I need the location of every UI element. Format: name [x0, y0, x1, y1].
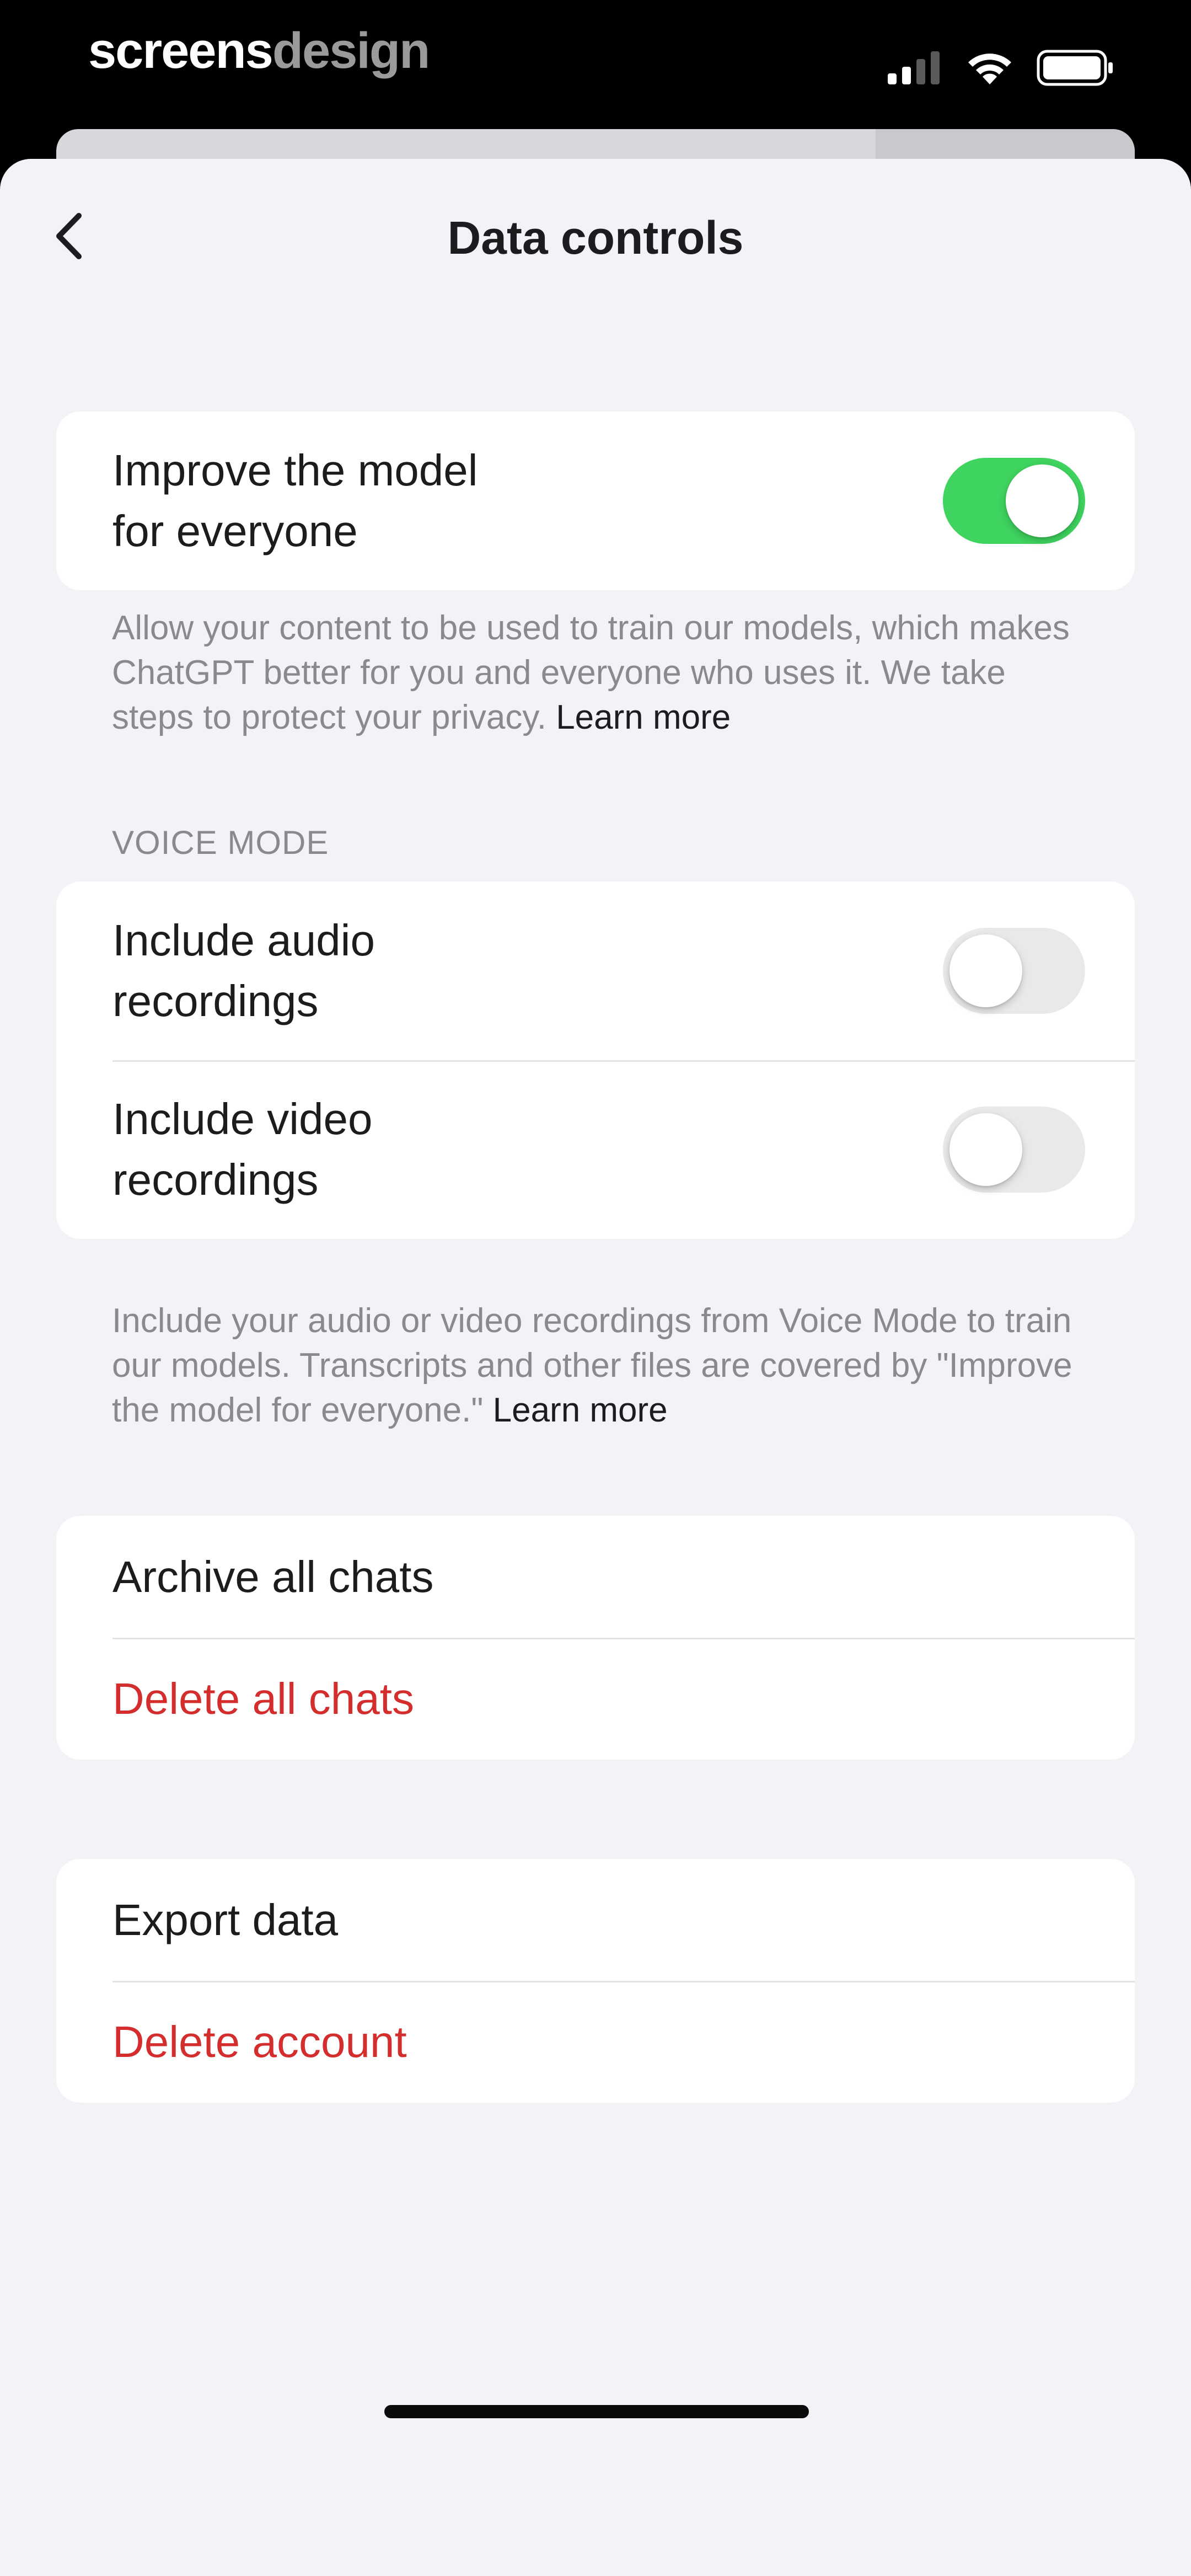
home-indicator[interactable]: [384, 2405, 809, 2418]
improve-model-toggle[interactable]: [943, 458, 1085, 544]
delete-all-chats-button[interactable]: Delete all chats: [112, 1674, 414, 1724]
navigation-bar: Data controls: [0, 159, 1191, 313]
archive-all-chats-row[interactable]: Archive all chats: [56, 1516, 1135, 1638]
brand-watermark: screensdesign: [88, 22, 430, 80]
screen: screensdesign Data controls Improve the …: [0, 0, 1191, 2576]
include-video-toggle[interactable]: [943, 1107, 1085, 1193]
improve-model-card: Improve the model for everyone: [56, 411, 1135, 590]
voice-mode-card: Include audio recordings Include video r…: [56, 881, 1135, 1239]
wifi-icon: [968, 54, 1011, 84]
cellular-signal-icon: [888, 51, 940, 84]
brand-light: design: [272, 23, 430, 79]
voice-mode-learn-more-link[interactable]: Learn more: [493, 1391, 668, 1429]
include-audio-label: Include audio recordings: [112, 916, 375, 1025]
improve-model-row: Improve the model for everyone: [56, 411, 1135, 590]
toggle-knob: [949, 934, 1022, 1007]
improve-model-label: Improve the model for everyone: [112, 446, 478, 555]
brand-bold: screens: [88, 23, 273, 79]
archive-all-chats-button[interactable]: Archive all chats: [112, 1552, 433, 1602]
improve-model-footnote: Allow your content to be used to train o…: [112, 606, 1093, 740]
page-title: Data controls: [447, 212, 744, 264]
voice-mode-section-header: VOICE MODE: [112, 824, 329, 861]
export-data-button[interactable]: Export data: [112, 1895, 338, 1946]
battery-icon: [1037, 50, 1113, 86]
include-audio-row: Include audio recordings: [56, 881, 1135, 1060]
toggle-knob: [1006, 464, 1079, 537]
improve-model-learn-more-link[interactable]: Learn more: [556, 698, 731, 736]
voice-mode-footnote: Include your audio or video recordings f…: [112, 1298, 1093, 1433]
data-controls-sheet: Data controls Improve the model for ever…: [0, 159, 1191, 2576]
chats-card: Archive all chats Delete all chats: [56, 1516, 1135, 1760]
delete-all-chats-row[interactable]: Delete all chats: [56, 1638, 1135, 1760]
include-video-label: Include video recordings: [112, 1094, 373, 1204]
status-bar: screensdesign: [0, 0, 1191, 127]
delete-account-button[interactable]: Delete account: [112, 2017, 407, 2067]
account-card: Export data Delete account: [56, 1859, 1135, 2103]
include-audio-toggle[interactable]: [943, 928, 1085, 1014]
toggle-knob: [949, 1113, 1022, 1186]
delete-account-row[interactable]: Delete account: [56, 1981, 1135, 2103]
include-video-row: Include video recordings: [56, 1060, 1135, 1239]
status-icons: [888, 49, 1114, 87]
export-data-row[interactable]: Export data: [56, 1859, 1135, 1981]
